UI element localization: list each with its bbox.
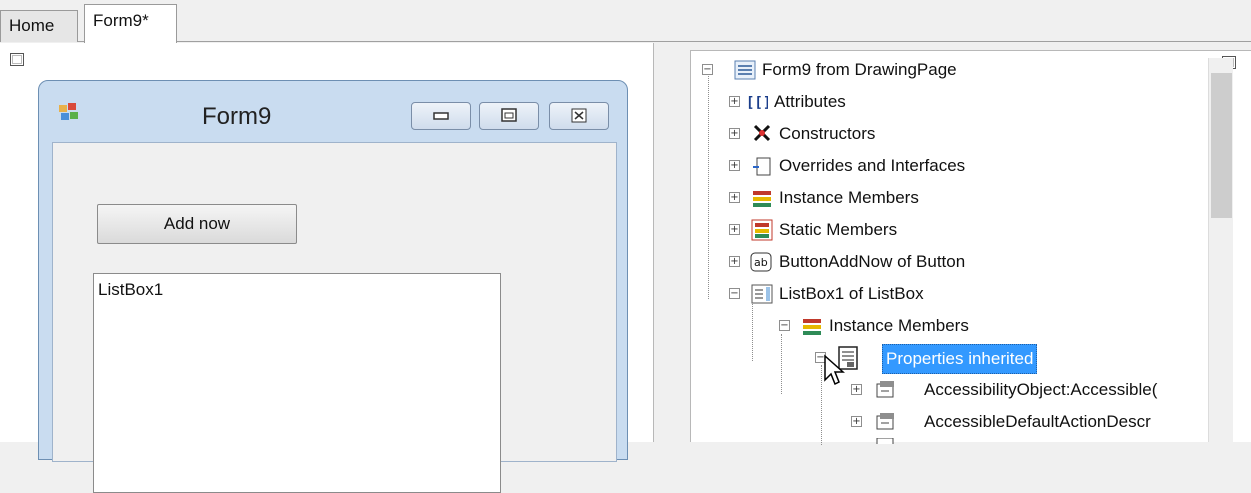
close-icon — [571, 108, 587, 123]
maximize-button[interactable] — [479, 102, 539, 130]
tree-node-accessible-default-action[interactable]: + AccessibleDefaultActionDescr — [851, 406, 1251, 438]
tree-node-label: Instance Members — [779, 188, 919, 207]
tree-node-properties-inherited[interactable]: − Properties inherited — [815, 342, 1115, 374]
tree-connector — [708, 76, 709, 299]
listbox-label: ListBox1 — [98, 280, 164, 299]
resize-grip-icon[interactable] — [10, 53, 24, 66]
expand-icon[interactable]: + — [729, 96, 740, 107]
close-button[interactable] — [549, 102, 609, 130]
constructors-icon — [753, 124, 771, 142]
tree-node-constructors[interactable]: + Constructors — [729, 118, 1029, 150]
document-tab-strip: Home Form9* — [0, 0, 1251, 43]
tree-node-label: Form9 from DrawingPage — [762, 60, 957, 79]
form-client-area: Add now ListBox1 — [52, 142, 617, 493]
attributes-icon: [[]] — [746, 95, 768, 111]
tree-node-label: ButtonAddNow of Button — [779, 252, 966, 271]
expand-icon[interactable]: + — [729, 160, 740, 171]
expand-icon[interactable]: + — [851, 416, 862, 427]
form-class-icon — [734, 60, 756, 80]
overrides-icon — [753, 157, 771, 176]
button-control-icon: ab — [750, 252, 772, 272]
tab-home[interactable]: Home — [0, 10, 78, 42]
tree-node-static-members[interactable]: + Static Members — [729, 214, 1029, 246]
tree-node-button-add-now[interactable]: + ab ButtonAddNow of Button — [729, 246, 1049, 278]
tree-node-instance-members[interactable]: + Instance Members — [729, 182, 1029, 214]
tree-node-label: Static Members — [779, 220, 898, 239]
tab-form9[interactable]: Form9* — [84, 4, 177, 43]
listbox1[interactable]: ListBox1 — [93, 273, 501, 493]
tree-node-attributes[interactable]: + [[]] Attributes — [729, 86, 1029, 118]
tree-connector — [821, 365, 822, 445]
tree-node-label: Constructors — [779, 124, 876, 143]
tree-node-label: AccessibilityObject:Accessible( — [924, 380, 1158, 399]
collapse-icon[interactable]: − — [702, 64, 713, 75]
form-preview-window: Form9 Add now ListBox1 — [38, 80, 628, 493]
tree-node-label: ListBox1 of ListBox — [779, 284, 924, 303]
expand-icon[interactable]: + — [729, 192, 740, 203]
mouse-cursor-icon — [824, 354, 845, 386]
instance-members-icon — [803, 319, 821, 335]
tree-node-accessibility-object[interactable]: + AccessibilityObject:Accessible( — [851, 374, 1251, 406]
add-now-button[interactable]: Add now — [97, 204, 297, 244]
form-title-bar: Form9 — [39, 81, 627, 141]
collapse-icon[interactable]: − — [779, 320, 790, 331]
tree-node-label: AccessibleDefaultActionDescr — [924, 412, 1151, 431]
minimize-button[interactable] — [411, 102, 471, 130]
object-tree-pane: − Form9 from DrawingPage + [[]] Attribut… — [690, 50, 1251, 445]
minimize-icon — [433, 112, 449, 120]
tree-node-label: Overrides and Interfaces — [779, 156, 966, 175]
expand-icon[interactable]: + — [729, 224, 740, 235]
property-icon — [876, 381, 894, 398]
listbox-control-icon — [751, 284, 773, 304]
tree-connector — [752, 301, 753, 361]
tree-node-label: Instance Members — [829, 316, 969, 335]
property-icon — [876, 438, 894, 444]
property-icon — [876, 413, 894, 430]
tree-node-label: Attributes — [774, 92, 846, 111]
maximize-icon — [501, 108, 517, 122]
tree-node-root[interactable]: − Form9 from DrawingPage — [702, 54, 1022, 86]
tree-node-partial — [851, 438, 1251, 444]
expand-icon[interactable]: + — [851, 384, 862, 395]
tree-node-instance-members-child[interactable]: − Instance Members — [779, 310, 1079, 342]
expand-icon[interactable]: + — [729, 128, 740, 139]
tree-node-overrides[interactable]: + Overrides and Interfaces — [729, 150, 1049, 182]
collapse-icon[interactable]: − — [729, 288, 740, 299]
tree-node-listbox1[interactable]: − ListBox1 of ListBox — [729, 278, 1049, 310]
tree-node-label-selected: Properties inherited — [882, 344, 1038, 374]
instance-members-icon — [753, 191, 771, 207]
static-members-icon — [751, 219, 773, 241]
form-designer-pane: Form9 Add now ListBox1 — [0, 43, 654, 493]
svg-text:ab: ab — [754, 256, 768, 269]
scrollbar-thumb[interactable] — [1211, 73, 1232, 218]
tree-scrollbar[interactable] — [1208, 58, 1233, 442]
expand-icon[interactable]: + — [729, 256, 740, 267]
tree-connector — [781, 334, 782, 394]
svg-text:[[]]: [[]] — [746, 95, 768, 111]
